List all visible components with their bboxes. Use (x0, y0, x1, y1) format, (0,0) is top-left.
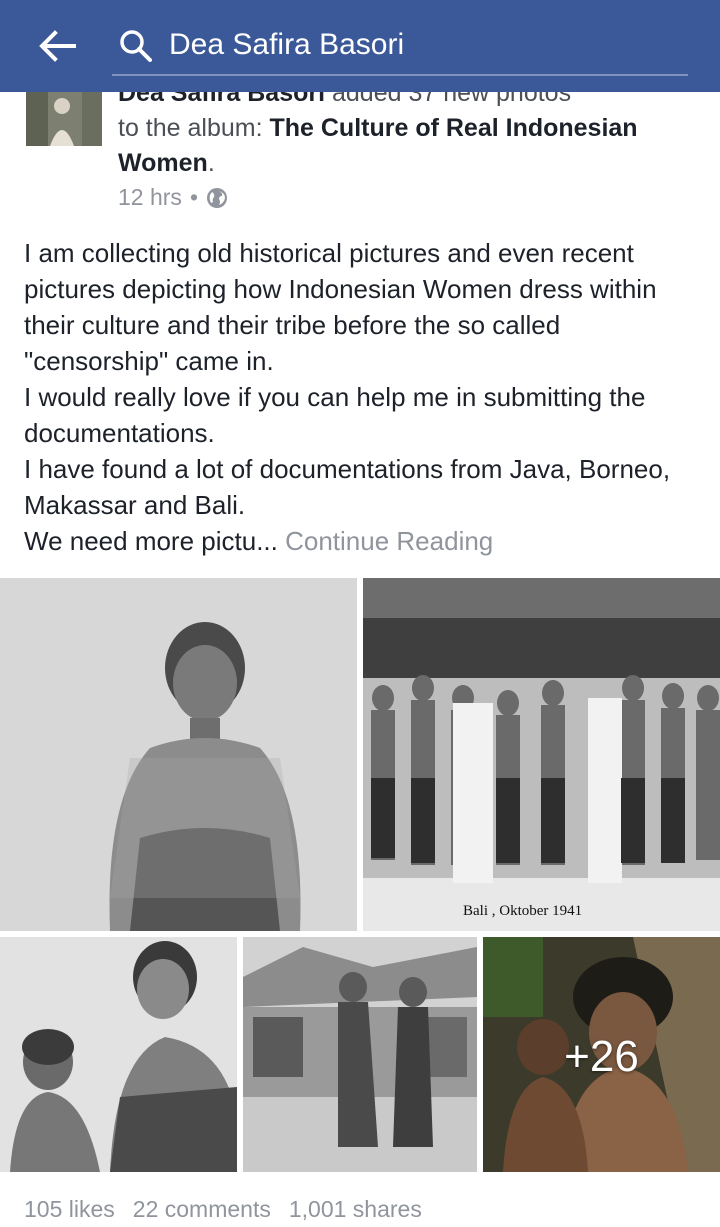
photo-2[interactable]: Bali , Oktober 1941 (363, 578, 720, 931)
comments-count[interactable]: 22 comments (133, 1196, 271, 1223)
globe-icon (207, 187, 227, 208)
top-app-bar: Dea Safira Basori (0, 0, 720, 92)
shares-count[interactable]: 1,001 shares (289, 1196, 422, 1223)
post-paragraph: I have found a lot of documentations fro… (24, 454, 671, 520)
avatar[interactable] (26, 92, 102, 146)
meta-separator: • (189, 184, 198, 210)
post-time[interactable]: 12 hrs (118, 184, 182, 211)
photo-caption: Bali , Oktober 1941 (463, 903, 582, 919)
post-action: added 37 new photos (332, 92, 572, 107)
title-period: . (207, 149, 215, 177)
back-button[interactable] (34, 24, 80, 68)
continue-reading-link[interactable]: Continue Reading (285, 526, 493, 556)
post-paragraph: I would really love if you can help me i… (24, 382, 646, 448)
post-header: Dea Safira Basori added 37 new photos to… (0, 92, 720, 218)
search-query: Dea Safira Basori (169, 28, 405, 61)
post-stats: 105 likes 22 comments 1,001 shares (24, 1196, 422, 1223)
post-paragraph-truncated: We need more pictu... Continue Reading (24, 523, 704, 559)
likes-count[interactable]: 105 likes (24, 1196, 115, 1223)
more-photos-count: +26 (564, 1032, 639, 1081)
truncated-text: We need more pictu... (24, 526, 278, 556)
author-name[interactable]: Dea Safira Basori (118, 92, 325, 107)
photo-1[interactable] (0, 578, 357, 931)
album-prefix: to the album: (118, 114, 263, 142)
post-meta: 12 hrs • (118, 184, 228, 211)
photo-3[interactable] (0, 937, 237, 1172)
photo-5-more[interactable]: +26 (483, 937, 720, 1172)
photo-4[interactable] (243, 937, 477, 1172)
back-arrow-icon (39, 30, 76, 62)
post-text: I am collecting old historical pictures … (24, 235, 704, 559)
search-field[interactable]: Dea Safira Basori (112, 16, 688, 76)
post-title: Dea Safira Basori added 37 new photos to… (118, 92, 698, 181)
search-icon (120, 30, 152, 62)
post-paragraph: I am collecting old historical pictures … (24, 238, 657, 376)
